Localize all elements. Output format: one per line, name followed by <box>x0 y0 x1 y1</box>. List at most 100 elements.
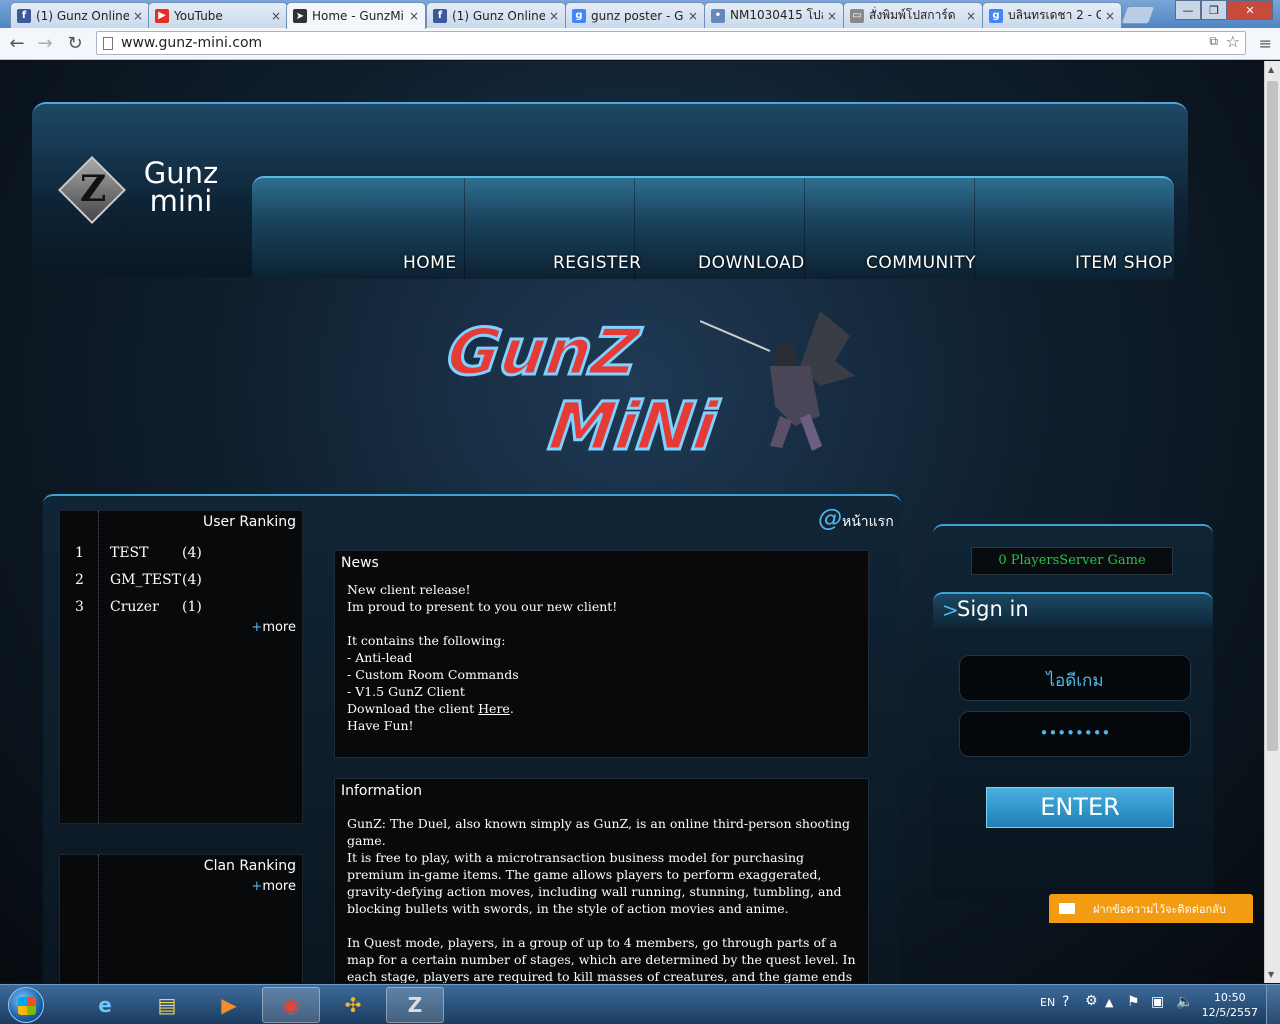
settings-tray-icon[interactable]: ⚙ <box>1085 993 1098 1009</box>
maximize-button[interactable]: ❐ <box>1201 0 1227 20</box>
tab-title: บลินทรเดชา 2 - G <box>1008 8 1101 22</box>
browser-tab[interactable]: f (1) Gunz Online × <box>426 2 566 28</box>
browser-tab[interactable]: g gunz poster - Go × <box>565 2 705 28</box>
volume-icon[interactable]: 🔈 <box>1176 994 1193 1010</box>
news-title: News <box>341 555 379 571</box>
close-icon[interactable]: × <box>688 9 698 23</box>
facebook-icon: f <box>17 8 31 23</box>
close-icon[interactable]: × <box>271 9 281 23</box>
browser-tab[interactable]: g บลินทรเดชา 2 - G × <box>982 2 1122 28</box>
site-logo[interactable]: Gunz mini <box>136 159 226 216</box>
nav-item-shop[interactable]: ITEM SHOP <box>1075 253 1173 273</box>
minimize-button[interactable]: — <box>1175 0 1201 20</box>
player-score: (4) <box>182 545 202 561</box>
scroll-down-icon[interactable]: ▼ <box>1268 970 1274 979</box>
game-controller-icon[interactable]: ✣ <box>324 987 382 1023</box>
start-button[interactable] <box>8 987 44 1023</box>
main-content-panel: @หน้าแรก User Ranking 1 TEST (4) 2 GM_TE… <box>43 494 901 983</box>
news-line: - Custom Room Commands <box>347 667 519 682</box>
information-box: Information GunZ: The Duel, also known s… <box>334 778 869 983</box>
player-score: (1) <box>182 599 202 615</box>
translate-icon[interactable]: ⧉ <box>1209 34 1218 49</box>
new-tab-button[interactable] <box>1120 6 1156 24</box>
gunz-launcher-icon[interactable]: Z <box>386 987 444 1023</box>
rank-number: 2 <box>75 572 84 588</box>
information-body: GunZ: The Duel, also known simply as Gun… <box>347 816 856 983</box>
show-desktop-button[interactable] <box>1266 985 1280 1024</box>
browser-tab[interactable]: ▶ YouTube × <box>148 2 288 28</box>
news-closing: Have Fun! <box>347 718 414 733</box>
nav-home[interactable]: HOME <box>403 253 457 273</box>
scroll-up-icon[interactable]: ▲ <box>1268 65 1274 74</box>
tab-title: NM1030415 โปส <box>730 8 823 22</box>
scrollbar-thumb[interactable] <box>1267 81 1278 751</box>
banner-title-line2: MiNi <box>543 387 723 467</box>
ie-icon[interactable]: e <box>76 987 134 1023</box>
close-icon[interactable]: × <box>409 9 419 23</box>
tab-title: (1) Gunz Online <box>452 8 545 23</box>
player-score: (4) <box>182 572 202 588</box>
nav-community[interactable]: COMMUNITY <box>866 253 976 273</box>
nav-divider <box>464 178 465 281</box>
tab-title: gunz poster - Go <box>591 8 684 23</box>
help-icon[interactable]: ? <box>1062 994 1069 1010</box>
menu-icon[interactable]: ≡ <box>1259 34 1272 53</box>
ranking-row: 2 GM_TEST (4) <box>60 572 304 592</box>
download-prefix: Download the client <box>347 701 479 716</box>
bookmark-star-icon[interactable]: ☆ <box>1226 32 1240 51</box>
news-line: - Anti-lead <box>347 650 413 665</box>
news-body: New client release! Im proud to present … <box>347 581 864 734</box>
game-id-input[interactable]: ไอดีเกม <box>959 655 1191 701</box>
game-banner: GunZ MiNi <box>440 296 860 476</box>
enter-button[interactable]: ENTER <box>986 787 1174 828</box>
news-line: New client release! <box>347 582 471 597</box>
breadcrumb-home: หน้าแรก <box>842 514 894 530</box>
browser-tab[interactable]: • NM1030415 โปส × <box>704 2 844 28</box>
user-ranking-more-link[interactable]: +more <box>251 620 296 635</box>
chat-widget[interactable]: ฝากข้อความไว้จะติดต่อกลับ <box>1049 894 1253 923</box>
rank-number: 3 <box>75 599 84 615</box>
server-status: 0 PlayersServer Game <box>971 547 1173 575</box>
news-line: It contains the following: <box>347 633 506 648</box>
language-indicator[interactable]: EN <box>1040 996 1055 1009</box>
reload-icon[interactable]: ↻ <box>64 33 86 54</box>
clan-ranking-title: Clan Ranking <box>203 858 296 874</box>
close-icon[interactable]: × <box>966 9 976 23</box>
clan-ranking-more-link[interactable]: +more <box>251 879 296 894</box>
system-clock[interactable]: 10:50 12/5/2557 <box>1202 990 1258 1020</box>
chat-widget-label: ฝากข้อความไว้จะติดต่อกลับ <box>1093 902 1226 916</box>
show-hidden-icons[interactable]: ▲ <box>1105 996 1113 1009</box>
banner-title-line1: GunZ <box>441 315 644 392</box>
signin-header: > Sign in <box>933 592 1213 628</box>
flag-icon[interactable]: ⚑ <box>1127 994 1140 1010</box>
logo-letter: Z <box>80 168 107 210</box>
network-icon[interactable]: ▣ <box>1151 994 1164 1010</box>
chrome-icon[interactable]: ◉ <box>262 987 320 1023</box>
close-icon[interactable]: × <box>549 9 559 23</box>
explorer-icon[interactable]: ▤ <box>138 987 196 1023</box>
media-player-icon[interactable]: ▶ <box>200 987 258 1023</box>
forward-arrow-icon[interactable]: → <box>34 33 56 54</box>
browser-tab[interactable]: f (1) Gunz Online × <box>10 2 150 28</box>
site-header: Z Gunz mini HOME REGISTER DOWNLOAD COMMU… <box>32 102 1188 281</box>
clan-ranking-box: Clan Ranking +more <box>59 854 303 983</box>
page-scrollbar[interactable]: ▲ ▼ <box>1264 61 1280 983</box>
breadcrumb[interactable]: @หน้าแรก <box>818 504 894 533</box>
password-input[interactable]: •••••••• <box>959 711 1191 757</box>
user-ranking-title: User Ranking <box>203 514 296 530</box>
close-icon[interactable]: × <box>1105 9 1115 23</box>
nav-register[interactable]: REGISTER <box>553 253 641 273</box>
download-suffix: . <box>509 701 514 716</box>
download-here-link[interactable]: Here <box>478 701 510 716</box>
browser-tab-active[interactable]: ➤ Home - GunzMi × <box>286 2 426 29</box>
close-icon[interactable]: × <box>827 9 837 23</box>
nav-download[interactable]: DOWNLOAD <box>698 253 805 273</box>
browser-toolbar: ← → ↻ www.gunz-mini.com ⧉ ☆ ≡ <box>0 28 1280 60</box>
tab-title: YouTube <box>174 8 223 23</box>
browser-tab[interactable]: ▭ สั่งพิมพ์โปสการ์ด × <box>843 2 983 28</box>
address-bar[interactable]: www.gunz-mini.com <box>96 31 1246 55</box>
back-arrow-icon[interactable]: ← <box>6 33 28 54</box>
close-icon[interactable]: × <box>133 9 143 23</box>
window-close-button[interactable]: ✕ <box>1227 0 1273 20</box>
player-name: TEST <box>110 545 149 561</box>
